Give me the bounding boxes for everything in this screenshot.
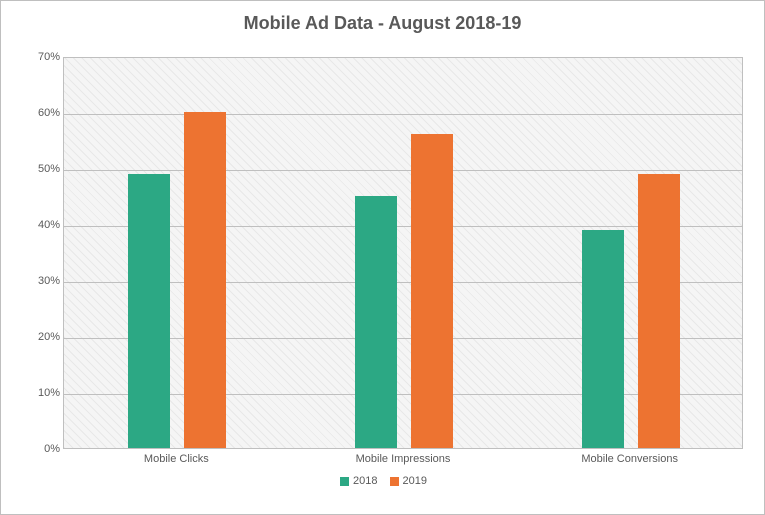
y-tick-label: 0% [24, 443, 60, 455]
x-tick-label: Mobile Clicks [144, 453, 209, 465]
legend-label: 2018 [353, 475, 377, 487]
bar-2018-0 [128, 174, 170, 448]
legend-item-2019: 2019 [390, 475, 427, 487]
chart-title: Mobile Ad Data - August 2018-19 [1, 1, 764, 42]
legend: 2018 2019 [1, 475, 765, 487]
chart-container: 0% 10% 20% 30% 40% 50% 60% 70% Mobile Clicks Mob… [21, 49, 746, 469]
bar-2019-0 [184, 112, 226, 448]
legend-item-2018: 2018 [340, 475, 377, 487]
plot-area [63, 57, 743, 449]
y-tick-label: 60% [24, 107, 60, 119]
y-tick-label: 50% [24, 163, 60, 175]
gridline [64, 114, 742, 115]
bar-2019-1 [411, 134, 453, 448]
legend-label: 2019 [403, 475, 427, 487]
bar-2018-2 [582, 230, 624, 448]
x-tick-label: Mobile Impressions [356, 453, 451, 465]
gridline [64, 170, 742, 171]
y-tick-label: 10% [24, 387, 60, 399]
y-tick-label: 30% [24, 275, 60, 287]
legend-swatch [340, 477, 349, 486]
legend-swatch [390, 477, 399, 486]
y-tick-label: 70% [24, 51, 60, 63]
y-tick-label: 40% [24, 219, 60, 231]
x-tick-label: Mobile Conversions [581, 453, 678, 465]
bar-2019-2 [638, 174, 680, 448]
y-tick-label: 20% [24, 331, 60, 343]
bar-2018-1 [355, 196, 397, 448]
